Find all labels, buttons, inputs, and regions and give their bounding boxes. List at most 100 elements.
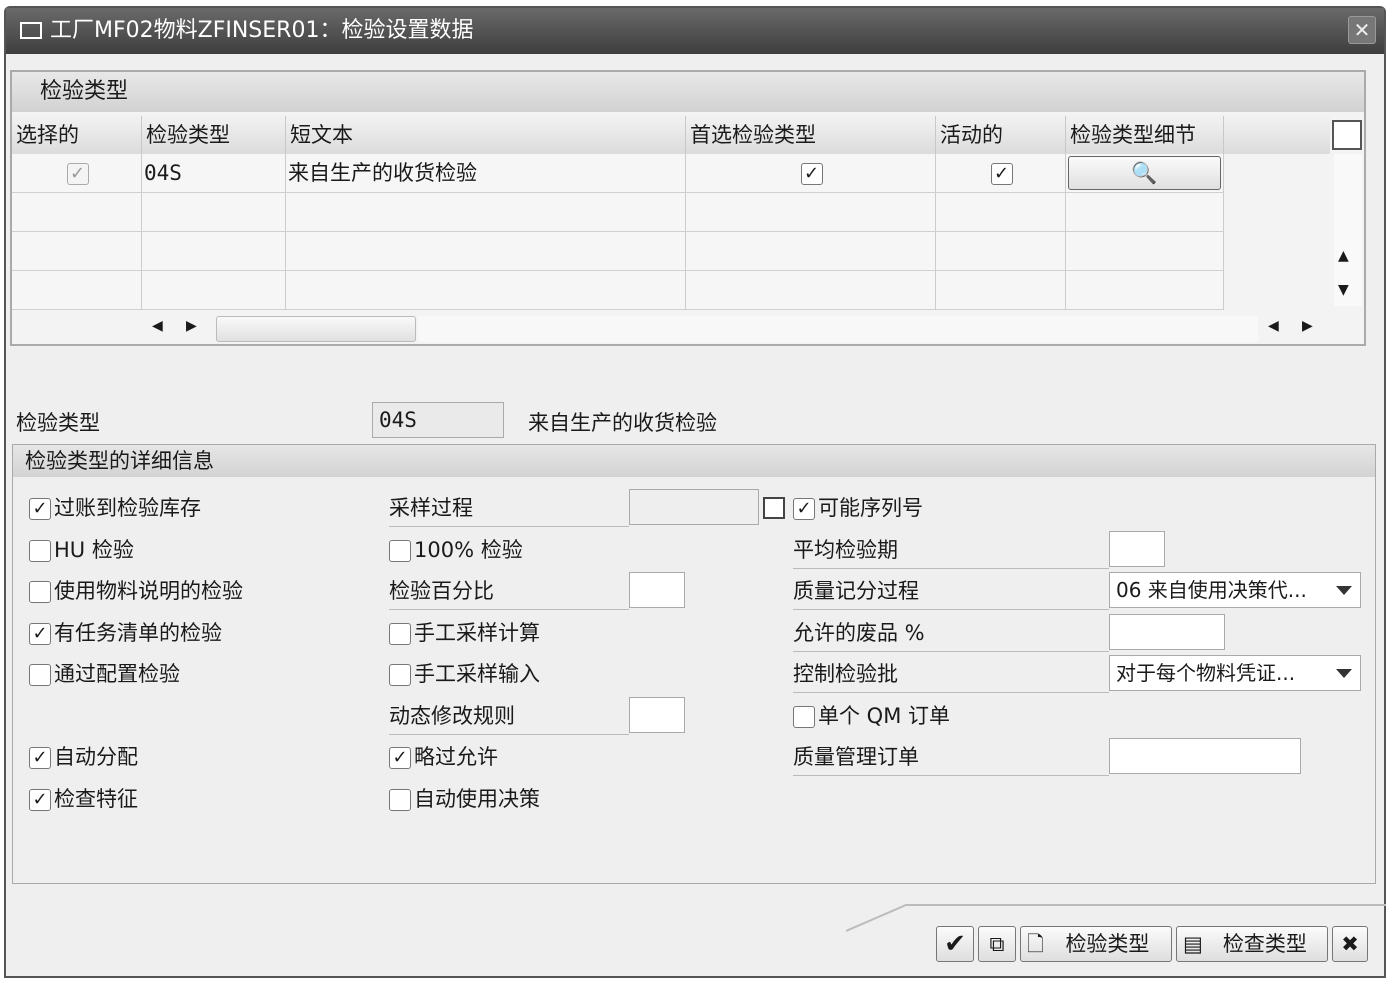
table-cell bbox=[686, 232, 936, 271]
button-label: 检验类型 bbox=[1065, 932, 1149, 956]
checkbox-label: 通过配置检验 bbox=[54, 662, 180, 686]
checkbox-option[interactable]: ✓可能序列号 bbox=[793, 489, 923, 527]
new-inspection-type-button[interactable]: 🗋检验类型 bbox=[1020, 926, 1172, 962]
checkbox[interactable] bbox=[389, 664, 411, 686]
cancel-icon: ✖ bbox=[1341, 932, 1359, 956]
scroll-down-icon[interactable]: ▼ bbox=[1338, 282, 1349, 298]
table-cell: ✓ bbox=[686, 154, 936, 193]
checkbox[interactable]: ✓ bbox=[29, 789, 51, 811]
checkbox[interactable] bbox=[29, 664, 51, 686]
checkbox[interactable] bbox=[29, 540, 51, 562]
input-field[interactable] bbox=[1109, 531, 1165, 567]
dropdown-value: 对于每个物料凭证... bbox=[1116, 661, 1295, 685]
checkbox-option[interactable]: ✓有任务清单的检验 bbox=[29, 614, 222, 652]
checkbox-option[interactable]: 单个 QM 订单 bbox=[793, 697, 950, 735]
form-row: 手工采样计算 bbox=[389, 614, 783, 652]
checkbox-option[interactable]: 通过配置检验 bbox=[29, 655, 180, 693]
cancel-button[interactable]: ✖ bbox=[1332, 926, 1368, 962]
dropdown[interactable]: 06 来自使用决策代... bbox=[1109, 572, 1361, 608]
window-icon bbox=[20, 22, 42, 39]
form-row: 自动使用决策 bbox=[389, 780, 783, 818]
scroll-left-icon[interactable]: ◀ bbox=[1268, 318, 1279, 334]
inspection-type-field[interactable]: 04S bbox=[372, 402, 504, 438]
checkbox-option[interactable]: 100% 检验 bbox=[389, 531, 523, 569]
table-row-empty bbox=[12, 271, 1224, 310]
checkbox-option[interactable]: HU 检验 bbox=[29, 531, 134, 569]
column-header[interactable]: 短文本 bbox=[286, 116, 686, 154]
input-field[interactable] bbox=[1109, 738, 1301, 774]
checkbox[interactable] bbox=[389, 623, 411, 645]
checkbox-option[interactable]: 使用物料说明的检验 bbox=[29, 572, 243, 610]
scroll-right-icon[interactable]: ▶ bbox=[186, 318, 197, 334]
checkbox-option[interactable]: 自动使用决策 bbox=[389, 780, 540, 818]
form-row: ✓略过允许 bbox=[389, 738, 783, 776]
detail-button[interactable]: 🔍 bbox=[1068, 156, 1221, 190]
dropdown-value: 06 来自使用决策代... bbox=[1116, 578, 1307, 602]
column-settings-icon[interactable] bbox=[1332, 120, 1362, 150]
scroll-up-icon[interactable]: ▲ bbox=[1338, 248, 1349, 264]
checkbox[interactable] bbox=[793, 706, 815, 728]
checkbox[interactable] bbox=[389, 789, 411, 811]
table-cell: ✓ bbox=[936, 154, 1066, 193]
input-field[interactable] bbox=[629, 489, 759, 525]
form-row: 检验百分比 bbox=[389, 572, 783, 610]
checkbox-option[interactable]: ✓自动分配 bbox=[29, 738, 138, 776]
form-row: 使用物料说明的检验 bbox=[29, 572, 389, 610]
checkbox-label: 检查特征 bbox=[54, 787, 138, 811]
checkbox-option[interactable]: ✓略过允许 bbox=[389, 738, 498, 776]
dropdown[interactable]: 对于每个物料凭证... bbox=[1109, 655, 1361, 691]
checkbox[interactable] bbox=[29, 581, 51, 603]
table-cell bbox=[686, 193, 936, 232]
form-row: HU 检验 bbox=[29, 531, 389, 569]
table-cell bbox=[1066, 193, 1224, 232]
checkbox[interactable] bbox=[389, 540, 411, 562]
table-cell bbox=[936, 193, 1066, 232]
table-cell bbox=[286, 271, 686, 310]
input-field[interactable] bbox=[629, 697, 685, 733]
column-header-blank bbox=[1224, 116, 1330, 154]
checkbox[interactable]: ✓ bbox=[29, 747, 51, 769]
column-header[interactable]: 检验类型 bbox=[142, 116, 286, 154]
checkbox[interactable]: ✓ bbox=[793, 498, 815, 520]
list-icon: ▤ bbox=[1183, 927, 1203, 961]
details-group: 检验类型的详细信息 ✓过账到检验库存HU 检验使用物料说明的检验✓有任务清单的检… bbox=[12, 444, 1376, 884]
close-button[interactable]: ✕ bbox=[1348, 16, 1376, 44]
selected-checkbox[interactable]: ✓ bbox=[67, 163, 89, 185]
scroll-right-icon[interactable]: ▶ bbox=[1302, 318, 1313, 334]
field-label: 允许的废品 % bbox=[793, 614, 1109, 652]
chevron-down-icon[interactable] bbox=[1336, 586, 1352, 595]
search-help-icon[interactable] bbox=[763, 497, 785, 519]
horizontal-scroll-track[interactable] bbox=[418, 316, 1258, 342]
table-cell: ✓ bbox=[12, 154, 142, 193]
table-cell bbox=[1066, 232, 1224, 271]
chevron-down-icon[interactable] bbox=[1336, 669, 1352, 678]
checkbox[interactable]: ✓ bbox=[29, 498, 51, 520]
table-title: 检验类型 bbox=[12, 72, 1364, 112]
column-header[interactable]: 选择的 bbox=[12, 116, 142, 154]
checkbox-option[interactable]: 手工采样计算 bbox=[389, 614, 540, 652]
column-header[interactable]: 首选检验类型 bbox=[686, 116, 936, 154]
magnifier-icon: 🔍 bbox=[1131, 161, 1157, 185]
confirm-button[interactable]: ✔ bbox=[936, 926, 974, 962]
horizontal-scroll-thumb[interactable] bbox=[216, 316, 416, 342]
hierarchy-button[interactable]: ⧉ bbox=[978, 926, 1016, 962]
preferred-checkbox[interactable]: ✓ bbox=[801, 163, 823, 185]
active-checkbox[interactable]: ✓ bbox=[991, 163, 1013, 185]
checkbox[interactable]: ✓ bbox=[389, 747, 411, 769]
table-cell bbox=[686, 271, 936, 310]
checkbox-label: 100% 检验 bbox=[414, 538, 523, 562]
check-type-button[interactable]: ▤检查类型 bbox=[1176, 926, 1328, 962]
checkbox-option[interactable]: ✓检查特征 bbox=[29, 780, 138, 818]
checkbox-option[interactable]: ✓过账到检验库存 bbox=[29, 489, 201, 527]
field-label: 采样过程 bbox=[389, 489, 629, 527]
column-header[interactable]: 活动的 bbox=[936, 116, 1066, 154]
checkbox[interactable]: ✓ bbox=[29, 623, 51, 645]
hierarchy-icon: ⧉ bbox=[990, 932, 1005, 956]
checkbox-option[interactable]: 手工采样输入 bbox=[389, 655, 540, 693]
scroll-left-icon[interactable]: ◀ bbox=[152, 318, 163, 334]
input-field[interactable] bbox=[1109, 614, 1225, 650]
table-row-empty bbox=[12, 193, 1224, 232]
column-header[interactable]: 检验类型细节 bbox=[1066, 116, 1224, 154]
input-field[interactable] bbox=[629, 572, 685, 608]
checkbox-label: 单个 QM 订单 bbox=[818, 704, 950, 728]
